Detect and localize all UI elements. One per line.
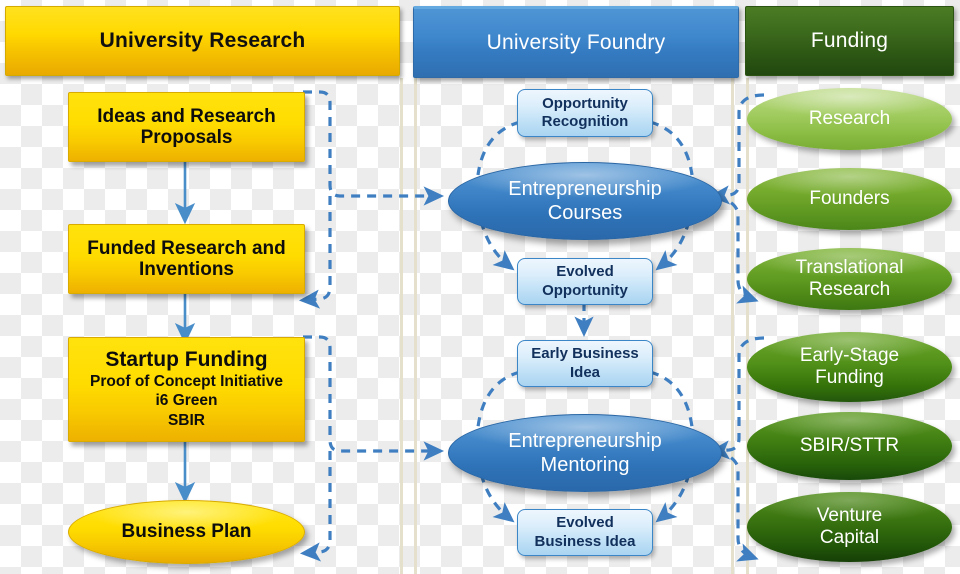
column-divider-left-a	[400, 78, 403, 574]
node-evolved-opportunity[interactable]: Evolved Opportunity	[517, 258, 653, 305]
node-label: Business Plan	[121, 521, 252, 542]
node-business-plan[interactable]: Business Plan	[68, 500, 305, 564]
node-label-line-1: Evolved	[556, 263, 614, 281]
node-label-line-1: Ideas and Research	[97, 105, 276, 127]
node-entrepreneurship-courses[interactable]: Entrepreneurship Courses	[448, 162, 722, 240]
node-label-line-2: Research	[808, 279, 891, 300]
column-divider-right-b	[746, 78, 749, 574]
node-startup-funding[interactable]: Startup Funding Proof of Concept Initiat…	[68, 337, 305, 442]
node-label-line-1: Evolved	[556, 514, 614, 532]
node-funding-translational-research[interactable]: Translational Research	[747, 248, 952, 310]
node-label-line-1: Translational	[795, 256, 904, 278]
node-label-line-1: Funded Research and	[87, 237, 286, 259]
node-title: Startup Funding	[105, 348, 268, 371]
node-early-business-idea[interactable]: Early Business Idea	[517, 340, 653, 387]
node-subline-2: i6 Green	[155, 392, 218, 410]
node-label-line-2: Opportunity	[542, 281, 628, 299]
node-label-line-1: Entrepreneurship	[508, 430, 662, 452]
dashed-connector-mentoring-to-bizplan	[299, 451, 332, 562]
node-label-line-2: Funding	[815, 367, 884, 388]
node-label-line-2: Courses	[547, 202, 623, 224]
node-label-line-2: Proposals	[140, 127, 233, 148]
column-divider-right-a	[731, 78, 734, 574]
node-funded-research-and-inventions[interactable]: Funded Research and Inventions	[68, 224, 305, 294]
node-subline-3: SBIR	[167, 412, 206, 430]
dashed-connector-courses-to-funded	[298, 196, 332, 309]
node-opportunity-recognition[interactable]: Opportunity Recognition	[517, 89, 653, 137]
diagram-canvas: University Research University Foundry F…	[0, 0, 960, 574]
node-subline-1: Proof of Concept Initiative	[90, 372, 283, 390]
node-label-line-2: Mentoring	[540, 454, 630, 476]
node-label-line-1: Entrepreneurship	[508, 178, 662, 200]
node-entrepreneurship-mentoring[interactable]: Entrepreneurship Mentoring	[448, 414, 722, 492]
node-evolved-business-idea[interactable]: Evolved Business Idea	[517, 509, 653, 556]
node-label-line-1: Opportunity	[542, 94, 628, 112]
node-label: Founders	[809, 187, 890, 209]
node-funding-venture-capital[interactable]: Venture Capital	[747, 492, 952, 562]
node-label-line-1: Early Business	[531, 345, 639, 363]
node-label-line-1: Early-Stage	[799, 344, 900, 366]
header-university-research[interactable]: University Research	[5, 6, 400, 76]
node-label-line-2: Recognition	[541, 113, 629, 130]
header-funding[interactable]: Funding	[745, 6, 954, 76]
node-label-line-2: Inventions	[138, 259, 234, 280]
header-university-foundry[interactable]: University Foundry	[413, 6, 739, 78]
node-label: SBIR/STTR	[799, 434, 900, 456]
node-funding-sbir-sttr[interactable]: SBIR/STTR	[747, 412, 952, 480]
node-label: Research	[808, 107, 891, 129]
node-funding-research[interactable]: Research	[747, 88, 952, 150]
node-label-line-1: Venture	[816, 504, 883, 526]
node-label-line-2: Business Idea	[534, 532, 636, 550]
column-divider-left-b	[414, 78, 417, 574]
node-label-line-2: Capital	[819, 527, 880, 548]
node-funding-early-stage-funding[interactable]: Early-Stage Funding	[747, 332, 952, 402]
node-ideas-and-research-proposals[interactable]: Ideas and Research Proposals	[68, 92, 305, 162]
node-label-line-2: Idea	[569, 363, 600, 381]
node-funding-founders[interactable]: Founders	[747, 168, 952, 230]
